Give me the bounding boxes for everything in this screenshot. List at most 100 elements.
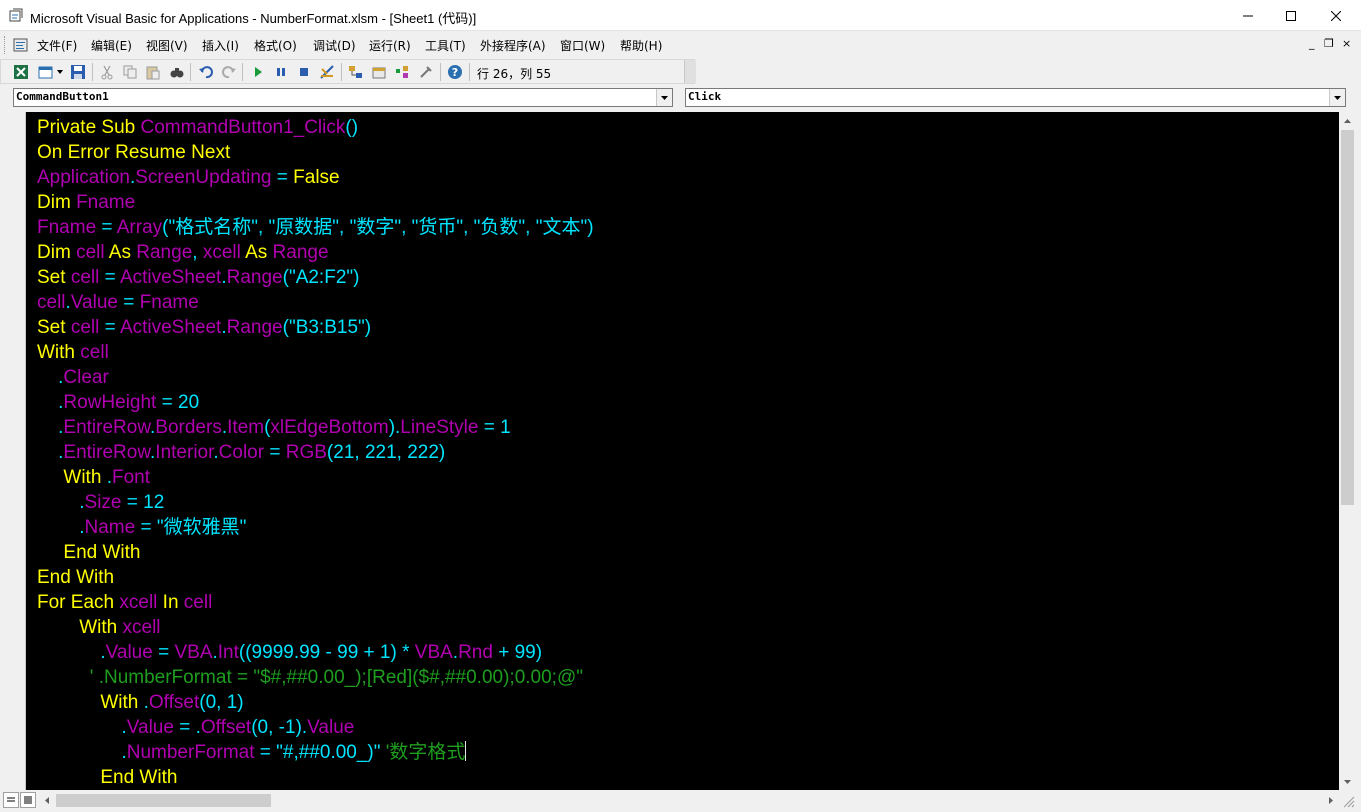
code-text: = 12 <box>121 492 165 513</box>
code-text: (21, 221, 222) <box>326 442 446 463</box>
menu-edit[interactable]: 编辑(E) <box>91 37 132 54</box>
code-keyword: As <box>240 242 273 263</box>
code-line[interactable]: .EntireRow.Borders.Item(xlEdgeBottom).Li… <box>37 415 511 440</box>
break-button[interactable] <box>272 63 290 81</box>
code-line[interactable]: Fname = Array("格式名称", "原数据", "数字", "货币",… <box>37 215 594 240</box>
close-button[interactable] <box>1313 0 1359 31</box>
code-line[interactable]: End With <box>37 565 114 590</box>
code-text: ("格式名称", "原数据", "数字", "货币", "负数", "文本") <box>162 217 594 238</box>
cut-icon <box>101 65 113 80</box>
code-line[interactable]: Set cell = ActiveSheet.Range("B3:B15") <box>37 315 371 340</box>
code-line[interactable]: .EntireRow.Interior.Color = RGB(21, 221,… <box>37 440 445 465</box>
menu-addins[interactable]: 外接程序(A) <box>480 37 546 54</box>
code-line[interactable]: With .Offset(0, 1) <box>37 690 243 715</box>
code-line[interactable]: Dim cell As Range, xcell As Range <box>37 240 329 265</box>
menu-format[interactable]: 格式(O) <box>254 37 297 54</box>
code-text: + 99) <box>492 642 543 663</box>
margin-indicator-bar[interactable] <box>0 112 26 790</box>
reset-button[interactable] <box>295 63 313 81</box>
horizontal-scrollbar[interactable] <box>38 792 1339 809</box>
chevron-down-icon <box>661 95 668 100</box>
cut-button[interactable] <box>98 63 116 81</box>
size-grip-icon[interactable] <box>1339 792 1356 809</box>
code-keyword: With <box>37 342 81 363</box>
code-line[interactable]: .Name = "微软雅黑" <box>37 515 246 540</box>
scroll-down-button[interactable] <box>1339 773 1356 790</box>
design-mode-button[interactable] <box>318 63 336 81</box>
code-line[interactable]: With .Font <box>37 465 150 490</box>
find-button[interactable] <box>168 63 186 81</box>
toolbox-button[interactable] <box>417 63 435 81</box>
minimize-button[interactable] <box>1225 0 1271 31</box>
scroll-left-button[interactable] <box>38 792 55 809</box>
code-line[interactable]: Dim Fname <box>37 190 135 215</box>
menu-insert[interactable]: 插入(I) <box>202 37 239 54</box>
code-keyword: End With <box>37 767 178 788</box>
properties-button[interactable] <box>370 63 388 81</box>
code-keyword: In <box>157 592 184 613</box>
code-line[interactable]: cell.Value = Fname <box>37 290 199 315</box>
vertical-scrollbar[interactable] <box>1339 112 1356 790</box>
code-text: = <box>99 267 120 288</box>
full-module-view-button[interactable] <box>20 792 36 808</box>
code-line[interactable]: With cell <box>37 340 109 365</box>
object-browser-icon <box>396 66 408 78</box>
code-line[interactable]: End With <box>37 540 140 565</box>
cursor-position-readout: 行 26，列 55 <box>477 67 552 81</box>
procedure-dropdown[interactable]: Click <box>685 88 1346 107</box>
code-line[interactable]: Application.ScreenUpdating = False <box>37 165 340 190</box>
code-line[interactable]: .NumberFormat = "#,##0.00_)" '数字格式 <box>37 740 467 765</box>
object-browser-button[interactable] <box>393 63 411 81</box>
mdi-minimize-button[interactable]: _ <box>1309 37 1315 50</box>
scroll-up-button[interactable] <box>1339 112 1356 129</box>
code-line[interactable]: For Each xcell In cell <box>37 590 212 615</box>
menu-help[interactable]: 帮助(H) <box>620 37 662 54</box>
object-dropdown-arrow[interactable] <box>656 89 672 106</box>
maximize-button[interactable] <box>1268 0 1314 31</box>
menu-run[interactable]: 运行(R) <box>369 37 411 54</box>
code-editor[interactable]: Private Sub CommandButton1_Click() On Err… <box>26 112 1339 790</box>
vertical-scroll-thumb[interactable] <box>1341 130 1354 505</box>
toolbar-options-button[interactable] <box>684 60 696 83</box>
code-keyword: False <box>293 167 340 188</box>
chevron-right-icon <box>1328 797 1333 804</box>
menu-debug[interactable]: 调试(D) <box>313 37 356 54</box>
code-line[interactable]: .Value = .Offset(0, -1).Value <box>37 715 354 740</box>
object-dropdown[interactable]: CommandButton1 <box>13 88 673 107</box>
code-line[interactable]: With xcell <box>37 615 160 640</box>
code-line[interactable]: On Error Resume Next <box>37 140 230 165</box>
code-line[interactable]: .RowHeight = 20 <box>37 390 199 415</box>
code-line[interactable]: Private Sub CommandButton1_Click() <box>37 115 358 140</box>
code-window-icon[interactable] <box>13 37 29 53</box>
procedure-view-button[interactable] <box>3 792 19 808</box>
insert-userform-button[interactable] <box>37 63 55 81</box>
view-excel-button[interactable] <box>12 63 30 81</box>
code-line[interactable]: .Size = 12 <box>37 490 164 515</box>
code-identifier: NumberFormat <box>126 742 255 763</box>
procedure-dropdown-arrow[interactable] <box>1329 89 1345 106</box>
menu-tools[interactable]: 工具(T) <box>425 37 466 54</box>
mdi-restore-button[interactable]: ❐ <box>1324 37 1334 50</box>
menu-window[interactable]: 窗口(W) <box>560 37 605 54</box>
mdi-close-button[interactable]: × <box>1342 37 1351 50</box>
code-line[interactable]: End With <box>37 765 177 790</box>
menu-view[interactable]: 视图(V) <box>146 37 188 54</box>
run-button[interactable] <box>249 63 267 81</box>
save-button[interactable] <box>69 63 87 81</box>
undo-button[interactable] <box>197 63 215 81</box>
code-line[interactable]: Set cell = ActiveSheet.Range("A2:F2") <box>37 265 359 290</box>
help-button[interactable]: ? <box>446 63 464 81</box>
code-identifier: cell <box>70 317 100 338</box>
scroll-right-button[interactable] <box>1322 792 1339 809</box>
paste-button[interactable] <box>144 63 162 81</box>
code-line[interactable]: .Clear <box>37 365 109 390</box>
horizontal-scroll-thumb[interactable] <box>56 794 271 807</box>
code-line[interactable]: ' .NumberFormat = "$#,##0.00_);[Red]($#,… <box>37 665 583 690</box>
insert-dropdown-button[interactable] <box>55 63 65 81</box>
menu-file[interactable]: 文件(F) <box>37 37 77 54</box>
copy-button[interactable] <box>121 63 139 81</box>
project-explorer-button[interactable] <box>347 63 365 81</box>
menubar-grip[interactable] <box>4 36 8 54</box>
code-line[interactable]: .Value = VBA.Int((9999.99 - 99 + 1) * VB… <box>37 640 542 665</box>
redo-button[interactable] <box>220 63 238 81</box>
